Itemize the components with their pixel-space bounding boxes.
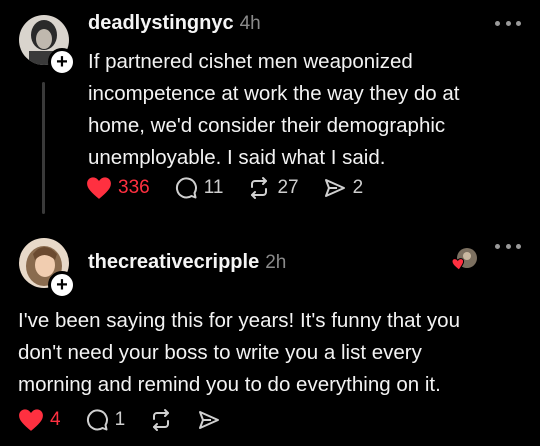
action-bar: 336 11 27 2	[86, 176, 387, 200]
follow-plus-icon[interactable]: +	[48, 271, 76, 299]
like-count: 4	[50, 409, 61, 430]
heart-filled-icon	[19, 409, 43, 431]
post-2: + thecreativecripple 2h I've been saying …	[0, 225, 540, 446]
repost-count: 27	[277, 177, 299, 198]
timestamp: 2h	[265, 252, 287, 273]
timestamp: 4h	[239, 13, 261, 34]
post-header: thecreativecripple 2h	[88, 251, 286, 274]
repost-icon	[251, 177, 268, 199]
repost-button[interactable]: 27	[247, 176, 299, 200]
heart-filled-icon	[87, 177, 111, 199]
more-options-icon[interactable]	[495, 241, 521, 251]
like-count: 336	[118, 177, 150, 198]
follow-plus-icon[interactable]: +	[48, 48, 76, 76]
thread-line	[42, 82, 45, 214]
reply-button[interactable]: 1	[85, 408, 126, 432]
post-text: I've been saying this for years! It's fu…	[18, 309, 460, 396]
reply-count: 1	[114, 409, 126, 430]
more-options-icon[interactable]	[495, 18, 521, 28]
liked-by-avatar[interactable]	[451, 247, 478, 273]
like-button[interactable]: 4	[18, 408, 61, 432]
like-button[interactable]: 336	[86, 176, 150, 200]
reply-count: 11	[203, 177, 224, 198]
comment-icon	[175, 177, 197, 199]
share-count: 2	[352, 177, 364, 198]
reply-button[interactable]: 11	[174, 176, 224, 200]
send-icon	[199, 411, 220, 429]
post-header: deadlystingnyc 4h	[88, 12, 261, 35]
comment-icon	[86, 409, 108, 431]
post-text: If partnered cishet men weaponized incom…	[88, 50, 460, 169]
repost-icon	[153, 409, 170, 431]
share-button[interactable]	[197, 408, 221, 432]
username[interactable]: thecreativecripple	[88, 251, 259, 273]
post-1: + deadlystingnyc 4h If partnered cishet m…	[0, 0, 540, 225]
username[interactable]: deadlystingnyc	[88, 12, 234, 34]
repost-button[interactable]	[149, 408, 173, 432]
send-icon	[324, 179, 345, 197]
action-bar: 4 1	[18, 408, 245, 432]
share-button[interactable]: 2	[323, 176, 364, 200]
